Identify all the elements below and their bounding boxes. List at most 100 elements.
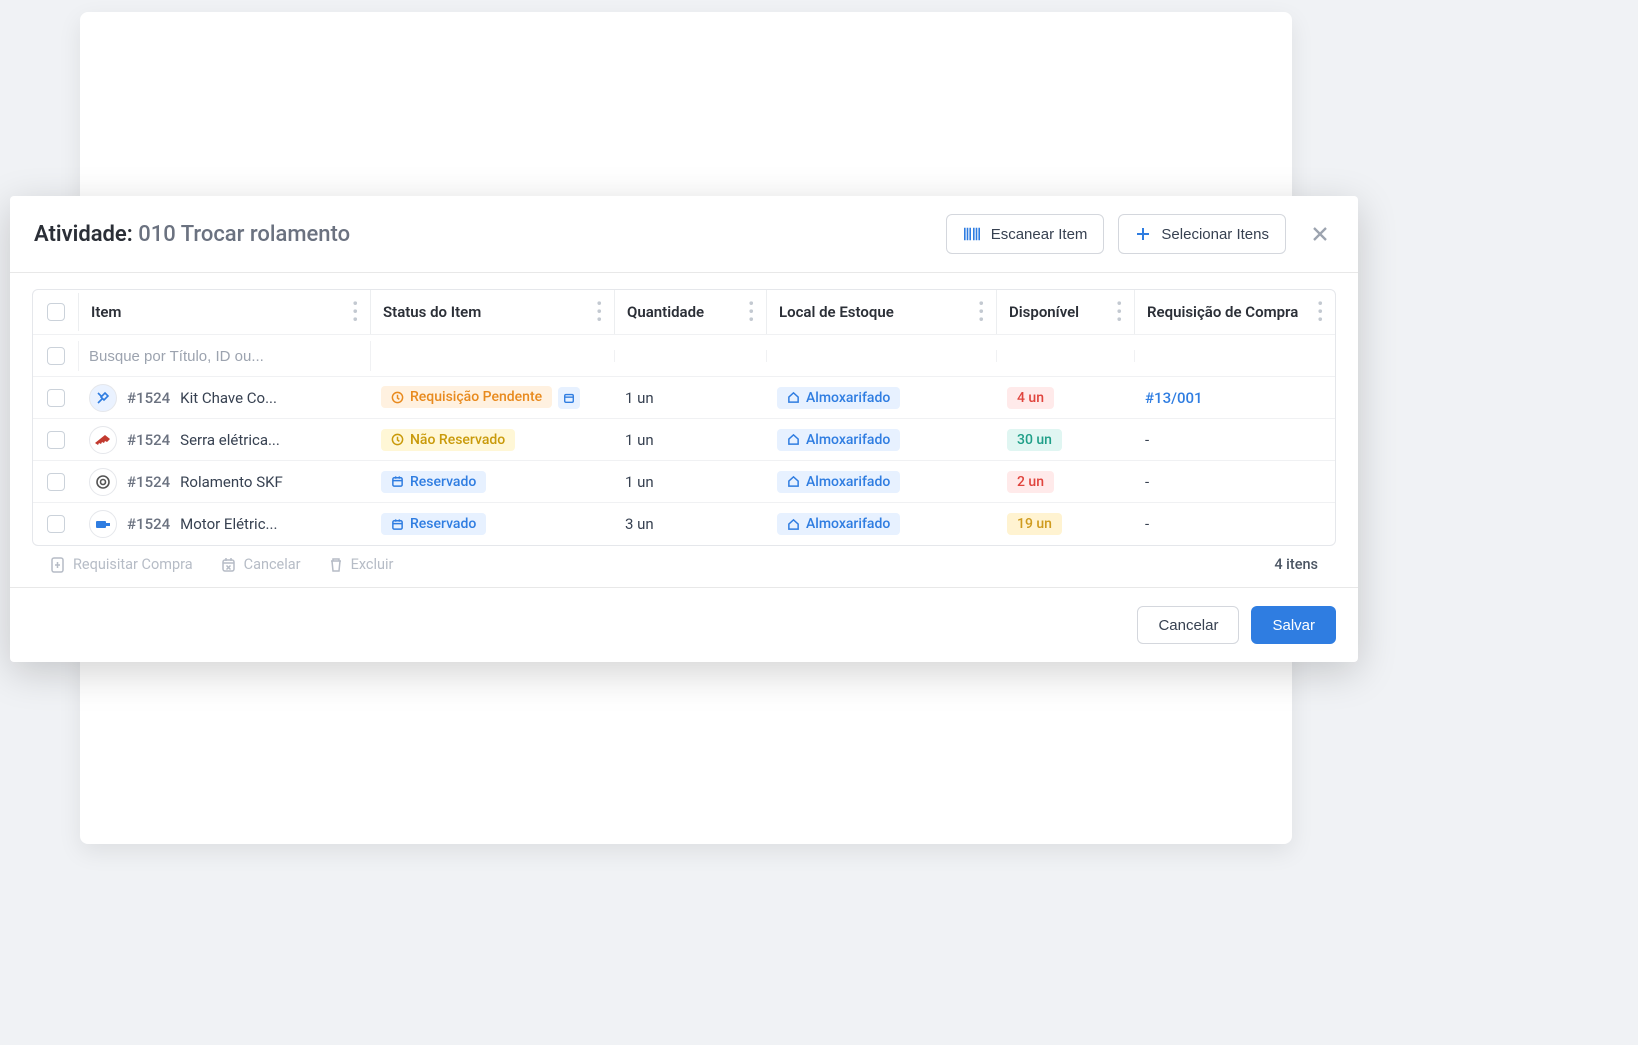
item-title: Kit Chave Co...: [180, 389, 277, 407]
location-cell: Almoxarifado: [767, 423, 997, 457]
location-cell: Almoxarifado: [767, 381, 997, 415]
status-badge[interactable]: Reservado: [381, 471, 486, 493]
select-items-label: Selecionar Itens: [1161, 226, 1269, 243]
cancel-reservation-action[interactable]: Cancelar: [221, 556, 301, 573]
scan-item-button[interactable]: Escanear Item: [946, 214, 1105, 254]
status-cell: Reservado: [371, 507, 615, 541]
col-req[interactable]: Requisição de Compra•••: [1135, 290, 1335, 334]
status-label: Não Reservado: [410, 432, 505, 448]
purchase-req-empty: -: [1145, 431, 1149, 449]
purchase-req-link[interactable]: #13/001: [1145, 389, 1203, 407]
table-row[interactable]: #1524Motor Elétric... Reservado3 un Almo…: [33, 503, 1335, 545]
row-checkbox[interactable]: [47, 515, 65, 533]
close-button[interactable]: [1306, 220, 1334, 248]
col-item[interactable]: Item•••: [79, 290, 371, 334]
calendar-x-icon: [221, 557, 236, 573]
table-row[interactable]: #1524Serra elétrica... Não Reservado1 un…: [33, 419, 1335, 461]
available-cell: 4 un: [997, 381, 1135, 415]
table-container: Item••• Status do Item••• Quantidade••• …: [10, 273, 1358, 587]
col-menu-icon[interactable]: •••: [1317, 300, 1323, 324]
col-menu-icon[interactable]: •••: [596, 300, 602, 324]
item-id: #1524: [127, 515, 170, 533]
filter-checkbox[interactable]: [47, 347, 65, 365]
purchase-req-empty: -: [1145, 515, 1149, 533]
col-available[interactable]: Disponível•••: [997, 290, 1135, 334]
home-icon: [787, 391, 800, 404]
item-id: #1524: [127, 431, 170, 449]
save-button[interactable]: Salvar: [1251, 606, 1336, 644]
col-status[interactable]: Status do Item•••: [371, 290, 615, 334]
plus-icon: [1135, 226, 1151, 242]
item-id: #1524: [127, 473, 170, 491]
select-all-checkbox[interactable]: [47, 303, 65, 321]
cancel-button[interactable]: Cancelar: [1137, 606, 1239, 644]
location-badge[interactable]: Almoxarifado: [777, 471, 900, 493]
available-cell: 2 un: [997, 465, 1135, 499]
title-activity: 010 Trocar rolamento: [138, 222, 350, 247]
scheduled-badge[interactable]: [558, 387, 580, 409]
req-cell: -: [1135, 467, 1335, 497]
scan-item-label: Escanear Item: [991, 226, 1088, 243]
status-badge[interactable]: Requisição Pendente: [381, 386, 552, 408]
status-label: Requisição Pendente: [410, 389, 542, 405]
request-purchase-action[interactable]: Requisitar Compra: [50, 556, 193, 573]
table-header-row: Item••• Status do Item••• Quantidade••• …: [33, 290, 1335, 335]
filter-req-cell[interactable]: [1135, 350, 1335, 362]
available-badge: 2 un: [1007, 471, 1054, 493]
activity-items-modal: Atividade: 010 Trocar rolamento Escanear…: [10, 196, 1358, 662]
filter-checkbox-cell: [33, 341, 79, 371]
filter-available-cell[interactable]: [997, 350, 1135, 362]
delete-action[interactable]: Excluir: [329, 556, 394, 573]
home-icon: [787, 433, 800, 446]
calendar-icon: [563, 392, 575, 404]
req-cell: -: [1135, 509, 1335, 539]
item-title: Serra elétrica...: [180, 431, 280, 449]
item-icon: [89, 426, 117, 454]
location-badge[interactable]: Almoxarifado: [777, 387, 900, 409]
location-badge[interactable]: Almoxarifado: [777, 513, 900, 535]
item-cell: #1524 Serra elétrica...: [89, 426, 361, 454]
status-cell: Reservado: [371, 465, 615, 499]
title-prefix: Atividade:: [34, 222, 138, 247]
col-menu-icon[interactable]: •••: [978, 300, 984, 324]
col-location[interactable]: Local de Estoque•••: [767, 290, 997, 334]
col-qty[interactable]: Quantidade•••: [615, 290, 767, 334]
qty-cell: 1 un: [615, 467, 767, 497]
filter-status-cell[interactable]: [371, 350, 615, 362]
row-checkbox[interactable]: [47, 473, 65, 491]
item-cell: #1524Rolamento SKF: [89, 468, 361, 496]
table-filter-row: [33, 335, 1335, 377]
modal-header: Atividade: 010 Trocar rolamento Escanear…: [10, 196, 1358, 273]
select-items-button[interactable]: Selecionar Itens: [1118, 214, 1286, 254]
item-count: 4 itens: [1274, 556, 1318, 573]
col-menu-icon[interactable]: •••: [748, 300, 754, 324]
search-input[interactable]: [89, 348, 360, 365]
location-cell: Almoxarifado: [767, 507, 997, 541]
item-icon: [89, 510, 117, 538]
row-checkbox[interactable]: [47, 431, 65, 449]
purchase-req-empty: -: [1145, 473, 1149, 491]
table-row[interactable]: #1524Rolamento SKF Reservado 1 un Almoxar…: [33, 461, 1335, 503]
available-badge: 19 un: [1007, 513, 1062, 535]
status-badge[interactable]: Reservado: [381, 513, 486, 535]
modal-footer: Cancelar Salvar: [10, 587, 1358, 662]
filter-location-cell[interactable]: [767, 350, 997, 362]
status-badge[interactable]: Não Reservado: [381, 429, 515, 451]
status-label: Reservado: [410, 516, 476, 532]
location-badge[interactable]: Almoxarifado: [777, 429, 900, 451]
barcode-icon: [963, 226, 981, 242]
item-icon: [89, 468, 117, 496]
col-menu-icon[interactable]: •••: [1116, 300, 1122, 324]
item-title: Motor Elétric...: [180, 515, 277, 533]
col-menu-icon[interactable]: •••: [352, 300, 358, 324]
filter-qty-cell[interactable]: [615, 350, 767, 362]
request-icon: [50, 556, 65, 573]
row-checkbox[interactable]: [47, 389, 65, 407]
close-icon: [1310, 224, 1330, 244]
table-row[interactable]: #1524Kit Chave Co... Requisição Pendente…: [33, 377, 1335, 419]
item-cell: #1524 Motor Elétric...: [89, 510, 361, 538]
status-label: Reservado: [410, 474, 476, 490]
req-cell: -: [1135, 425, 1335, 455]
available-cell: 19 un: [997, 507, 1135, 541]
qty-cell: 1 un: [615, 383, 767, 413]
